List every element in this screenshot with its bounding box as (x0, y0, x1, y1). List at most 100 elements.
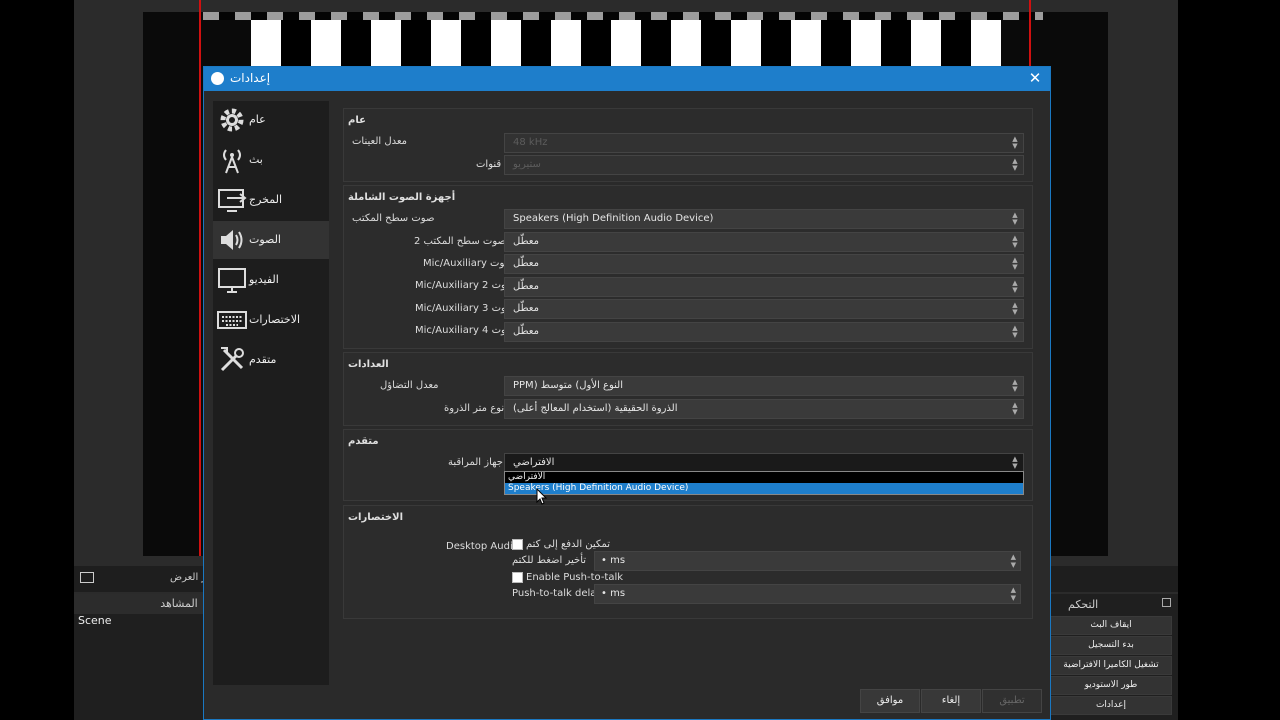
gear-icon (220, 108, 244, 132)
desktop-audio-select[interactable]: Speakers (High Definition Audio Device) ▲… (504, 209, 1024, 229)
mouse-cursor-icon (536, 488, 548, 505)
desktop-audio-label: صوت سطح المكتب (352, 213, 435, 224)
sidebar-item-advanced[interactable]: متقدم (213, 341, 329, 379)
select-arrows-icon: ▲ ▼ (1012, 234, 1018, 249)
monitoring-device-label: جهاز المراقبة (448, 457, 503, 468)
select-value: معطّل (513, 281, 539, 292)
group-title: الاختصارات (348, 512, 404, 523)
select-value: معطّل (513, 326, 539, 337)
settings-button[interactable]: إعدادات (1050, 696, 1172, 715)
group-title: العدادات (348, 359, 389, 370)
background-left (0, 0, 74, 720)
sidebar-item-hotkeys[interactable]: الاختصارات (213, 301, 329, 339)
select-arrows-icon: ▲ ▼ (1012, 401, 1018, 416)
monitoring-device-select[interactable]: الافتراضي ▲ ▼ (504, 453, 1024, 473)
monitoring-device-dropdown: الافتراضي Speakers (High Definition Audi… (504, 471, 1024, 495)
studio-mode-button[interactable]: طور الاستوديو (1050, 676, 1172, 695)
keyboard-icon (217, 311, 247, 329)
mic-aux-4-label: Mic/Auxiliary 4 صوت (415, 325, 515, 336)
sidebar-item-label: الصوت (249, 233, 281, 246)
preview-redline-left (199, 0, 201, 556)
sidebar-item-label: المخرج (249, 193, 283, 206)
sidebar-item-video[interactable]: الفيديو (213, 261, 329, 299)
sidebar-item-output[interactable]: المخرج (213, 181, 329, 219)
push-to-talk-checkbox[interactable] (512, 572, 523, 583)
select-arrows-icon: ▲ ▼ (1012, 157, 1018, 172)
sample-rate-select: 48 kHz ▲ ▼ (504, 133, 1024, 153)
dialog-title: إعدادات (230, 71, 271, 85)
close-button[interactable]: ✕ (1026, 69, 1044, 87)
dropdown-option[interactable]: الافتراضي (505, 472, 1023, 483)
apply-button[interactable]: تطبيق (982, 689, 1042, 713)
decay-rate-label: معدل التضاؤل (380, 380, 439, 391)
select-value: معطّل (513, 303, 539, 314)
peak-meter-type-select[interactable]: الذروة الحقيقية (استخدام المعالج أعلى) ▲ ▼ (504, 399, 1024, 419)
spin-arrows-icon[interactable]: ▲ ▼ (1011, 553, 1016, 569)
hotkeys-group: الاختصارات Desktop Audio تمكين الدفع إلى… (343, 505, 1033, 619)
select-arrows-icon: ▲ ▼ (1012, 378, 1018, 393)
push-to-mute-checkbox[interactable] (512, 539, 523, 550)
controls-panel: التحكم ايقاف البث بدء التسجيل تشغيل الكا… (1050, 594, 1178, 720)
select-value: الافتراضي (513, 457, 555, 468)
output-icon (218, 189, 247, 212)
obs-logo-icon (211, 72, 224, 85)
advanced-group: متقدم جهاز المراقبة الافتراضي ▲ ▼ الافتراض… (343, 429, 1033, 501)
scene-list-item[interactable]: Scene (78, 614, 112, 627)
select-arrows-icon: ▲ ▼ (1012, 279, 1018, 294)
settings-sidebar: عام بث المخرج الصوت الفيديو الاختصارات م… (213, 101, 329, 685)
select-arrows-icon: ▲ ▼ (1012, 324, 1018, 339)
hotkey-source-label: Desktop Audio (446, 541, 519, 552)
sidebar-item-label: الاختصارات (249, 313, 301, 326)
start-recording-button[interactable]: بدء التسجيل (1050, 636, 1172, 655)
mic-aux-4-select[interactable]: معطّل ▲ ▼ (504, 322, 1024, 342)
select-value: PPM) النوع الأول) متوسط (513, 380, 624, 391)
global-audio-group: أجهزة الصوت الشاملة صوت سطح المكتب Speak… (343, 185, 1033, 349)
meters-group: العدادات معدل التضاؤل PPM) النوع الأول) … (343, 352, 1033, 426)
spin-arrows-icon[interactable]: ▲ ▼ (1011, 586, 1016, 602)
monitor-icon[interactable] (80, 572, 94, 583)
cancel-button[interactable]: إلغاء (921, 689, 981, 713)
select-value: معطّل (513, 258, 539, 269)
desktop-audio-2-select[interactable]: معطّل ▲ ▼ (504, 232, 1024, 252)
stop-streaming-button[interactable]: ايقاف البث (1050, 616, 1172, 635)
channels-select: ستيريو ▲ ▼ (504, 155, 1024, 175)
select-arrows-icon: ▲ ▼ (1012, 256, 1018, 271)
sidebar-item-label: الفيديو (249, 273, 279, 286)
dropdown-option-selected[interactable]: Speakers (High Definition Audio Device) (505, 483, 1023, 494)
sidebar-item-label: متقدم (249, 353, 277, 366)
push-to-talk-delay-input[interactable]: • ms ▲ ▼ (594, 584, 1021, 604)
sidebar-item-general[interactable]: عام (213, 101, 329, 139)
spin-value: • ms (601, 555, 626, 566)
preview-pattern (251, 20, 1001, 68)
mic-aux-2-label: Mic/Auxiliary 2 صوت (415, 280, 515, 291)
channels-label: قنوات (476, 159, 502, 170)
mic-aux-3-label: Mic/Auxiliary 3 صوت (415, 303, 515, 314)
sidebar-item-label: عام (249, 113, 266, 126)
controls-header: التحكم (1068, 598, 1099, 611)
decay-rate-select[interactable]: PPM) النوع الأول) متوسط ▲ ▼ (504, 376, 1024, 396)
ok-button[interactable]: موافق (860, 689, 920, 713)
general-group: عام معدل العينات 48 kHz ▲ ▼ قنوات ستيريو … (343, 108, 1033, 182)
push-to-mute-delay-input[interactable]: • ms ▲ ▼ (594, 551, 1021, 571)
spin-value: • ms (601, 588, 626, 599)
select-value: Speakers (High Definition Audio Device) (513, 213, 714, 224)
select-arrows-icon: ▲ ▼ (1012, 135, 1018, 150)
select-value: الذروة الحقيقية (استخدام المعالج أعلى) (513, 403, 678, 414)
settings-dialog: إعدادات ✕ عام بث المخرج الصوت الفيديو ال… (203, 66, 1051, 720)
select-arrows-icon: ▲ ▼ (1012, 211, 1018, 226)
mic-aux-2-select[interactable]: معطّل ▲ ▼ (504, 277, 1024, 297)
mic-aux-3-select[interactable]: معطّل ▲ ▼ (504, 299, 1024, 319)
mic-aux-select[interactable]: معطّل ▲ ▼ (504, 254, 1024, 274)
speaker-icon (221, 230, 243, 250)
sample-rate-label: معدل العينات (352, 136, 408, 147)
dialog-titlebar[interactable]: إعدادات ✕ (204, 67, 1050, 91)
group-title: أجهزة الصوت الشاملة (348, 192, 456, 203)
sidebar-item-stream[interactable]: بث (213, 141, 329, 179)
push-to-talk-delay-label: Push-to-talk delay (512, 588, 603, 599)
dock-float-icon[interactable] (1162, 598, 1171, 607)
settings-content: عام معدل العينات 48 kHz ▲ ▼ قنوات ستيريو … (343, 101, 1035, 685)
antenna-icon (223, 149, 241, 174)
monitor-icon (218, 268, 246, 293)
sidebar-item-audio[interactable]: الصوت (213, 221, 329, 259)
start-virtual-camera-button[interactable]: تشغيل الكاميرا الافتراضية (1050, 656, 1172, 675)
